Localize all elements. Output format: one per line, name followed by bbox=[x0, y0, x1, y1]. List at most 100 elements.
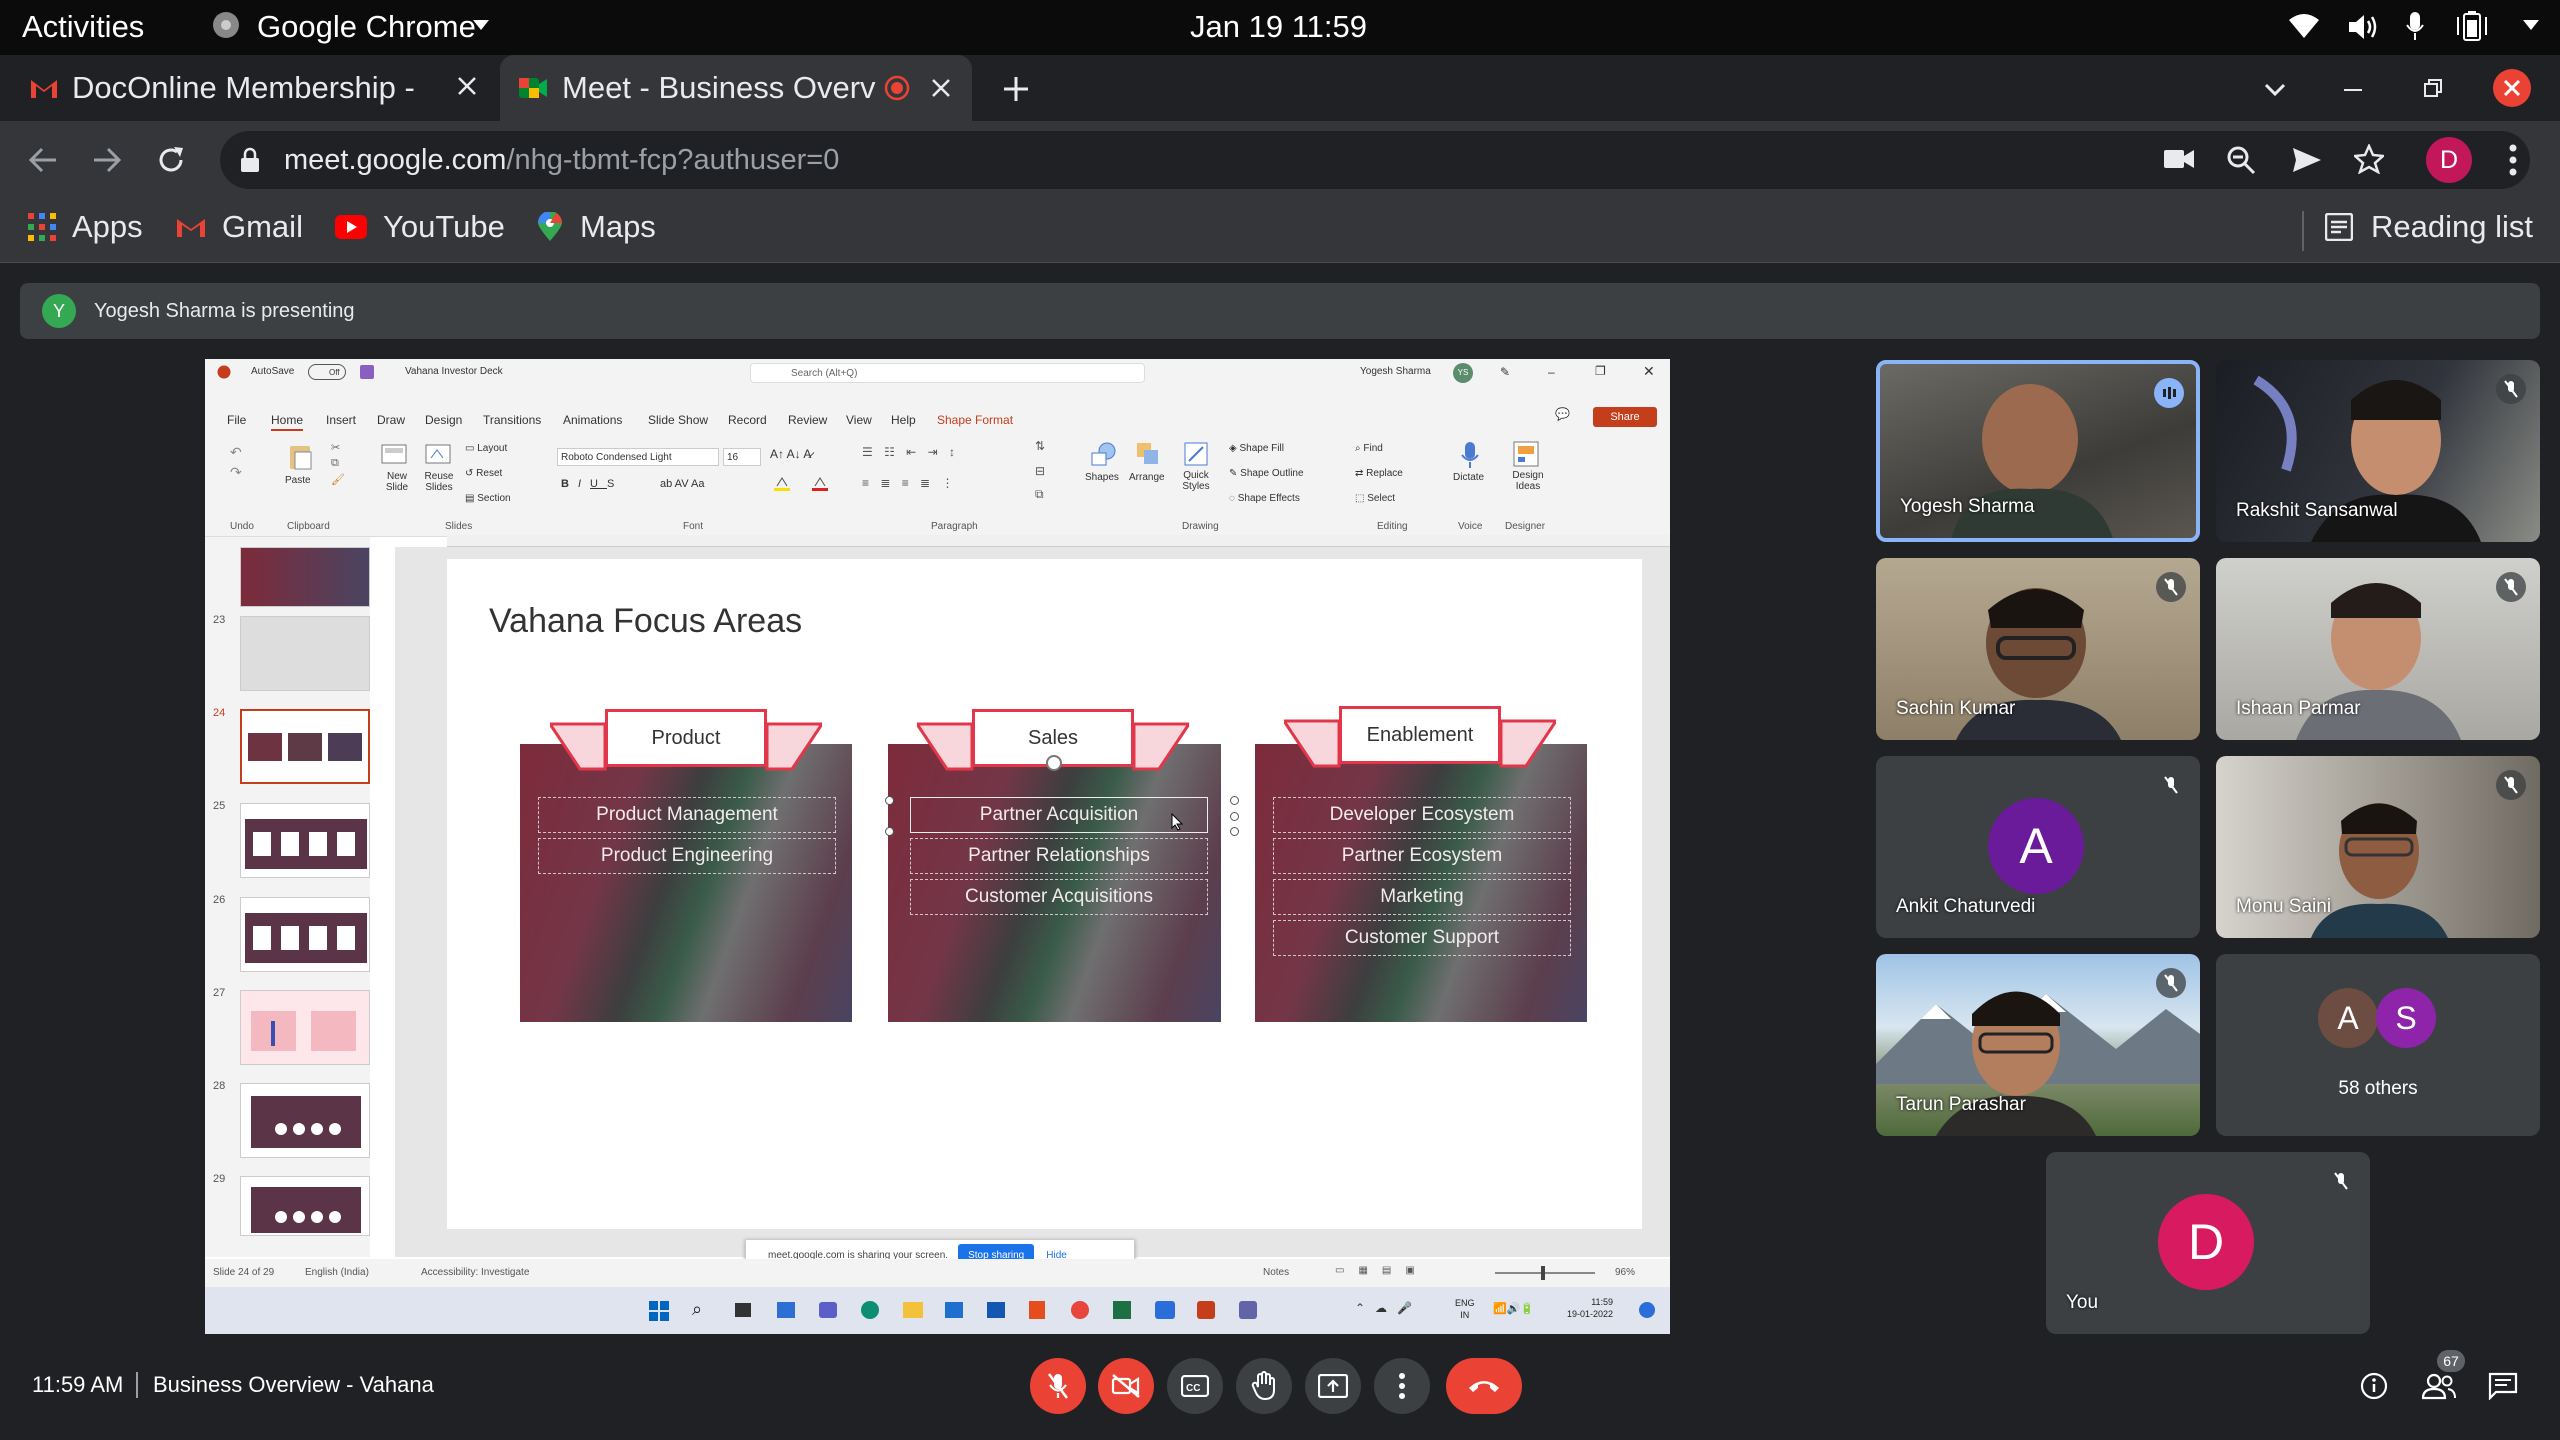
close-icon[interactable]: ✕ bbox=[1643, 363, 1655, 380]
status-language[interactable]: English (India) bbox=[305, 1267, 369, 1278]
restore-icon[interactable] bbox=[2424, 79, 2442, 97]
ribbon-tab-help[interactable]: Help bbox=[891, 413, 916, 427]
grow-font-icon[interactable]: A↑ A↓ A̷ bbox=[770, 447, 811, 461]
more-options-button[interactable] bbox=[1374, 1358, 1430, 1414]
profile-avatar[interactable]: D bbox=[2426, 137, 2472, 183]
bookmark-gmail[interactable]: Gmail bbox=[176, 209, 303, 245]
slide-thumbnail[interactable] bbox=[240, 616, 370, 691]
selection-handle[interactable] bbox=[885, 796, 894, 805]
autosave-toggle[interactable]: Off bbox=[308, 364, 346, 380]
shapes-icon[interactable] bbox=[1090, 441, 1118, 467]
quick-styles-icon[interactable] bbox=[1183, 441, 1209, 467]
shape-effects-button[interactable]: ◌ Shape Effects bbox=[1229, 493, 1300, 504]
pen-icon[interactable]: ✎ bbox=[1500, 365, 1510, 379]
participant-tile[interactable]: Sachin Kumar bbox=[1876, 558, 2200, 740]
back-icon[interactable] bbox=[28, 146, 58, 174]
excel-icon[interactable] bbox=[1113, 1301, 1131, 1319]
ribbon-tab-animations[interactable]: Animations bbox=[563, 413, 622, 427]
ribbon-tab-review[interactable]: Review bbox=[788, 413, 827, 427]
item-customer-acquisitions[interactable]: Customer Acquisitions bbox=[910, 879, 1208, 915]
font-size-select[interactable]: 16 bbox=[723, 448, 761, 466]
section-button[interactable]: ▤ Section bbox=[465, 493, 511, 504]
restore-icon[interactable]: ❐ bbox=[1595, 364, 1606, 378]
header-product[interactable]: Product bbox=[605, 709, 767, 767]
header-enablement[interactable]: Enablement bbox=[1339, 706, 1501, 764]
dictate-icon[interactable] bbox=[1461, 441, 1479, 469]
camera-in-use-icon[interactable] bbox=[2164, 148, 2194, 170]
font-color-icon[interactable] bbox=[810, 476, 830, 492]
selection-handle[interactable] bbox=[1230, 827, 1239, 836]
zoom-level[interactable]: 96% bbox=[1615, 1267, 1635, 1278]
bookmark-star-icon[interactable] bbox=[2354, 144, 2384, 174]
mail-icon[interactable] bbox=[987, 1302, 1005, 1318]
clock[interactable]: Jan 19 11:59 bbox=[1190, 9, 1367, 45]
tab-doconline[interactable]: DocOnline Membership - bbox=[30, 55, 485, 121]
chevron-down-icon[interactable] bbox=[472, 19, 490, 31]
bookmark-youtube[interactable]: YouTube bbox=[335, 209, 505, 245]
slide-title[interactable]: Vahana Focus Areas bbox=[489, 602, 802, 641]
comments-icon[interactable]: 💬 bbox=[1555, 407, 1570, 421]
text-direction-icon[interactable]: ⇅ bbox=[1035, 439, 1045, 453]
participant-tile[interactable]: Ishaan Parmar bbox=[2216, 558, 2540, 740]
undo-icon[interactable]: ↶ bbox=[230, 444, 242, 461]
powerpoint-taskbar-icon[interactable] bbox=[1197, 1301, 1215, 1319]
slide-thumbnail[interactable] bbox=[240, 1083, 370, 1158]
file-name[interactable]: Vahana Investor Deck bbox=[405, 366, 503, 377]
participant-tile[interactable]: Rakshit Sansanwal bbox=[2216, 360, 2540, 542]
ribbon-tab-file[interactable]: File bbox=[227, 413, 246, 427]
font-effects-icons[interactable]: ab AV Aa bbox=[660, 478, 704, 490]
address-bar[interactable]: meet.google.com/nhg-tbmt-fcp?authuser=0 bbox=[220, 131, 2530, 189]
reuse-slides-icon[interactable] bbox=[425, 444, 451, 466]
select-button[interactable]: ⬚ Select bbox=[1355, 493, 1395, 504]
slide-thumbnail[interactable] bbox=[240, 803, 370, 878]
smartart-icon[interactable]: ⧉ bbox=[1035, 487, 1044, 502]
window-close-button[interactable] bbox=[2492, 68, 2532, 108]
item-partner-relationships[interactable]: Partner Relationships bbox=[910, 838, 1208, 874]
ppt-user-avatar[interactable]: YS bbox=[1453, 363, 1473, 383]
search-icon[interactable]: ⌕ bbox=[692, 1299, 702, 1320]
battery-icon[interactable] bbox=[2456, 11, 2490, 41]
file-explorer-icon[interactable] bbox=[903, 1302, 923, 1318]
leave-call-button[interactable] bbox=[1446, 1358, 1522, 1414]
new-slide-icon[interactable] bbox=[381, 444, 407, 466]
notifications-icon[interactable] bbox=[1639, 1302, 1655, 1318]
ribbon-tab-slide-show[interactable]: Slide Show bbox=[648, 413, 708, 427]
present-now-button[interactable] bbox=[1305, 1358, 1361, 1414]
meeting-details-icon[interactable] bbox=[2360, 1372, 2388, 1400]
ppt-search-box[interactable]: Search (Alt+Q) bbox=[750, 363, 1145, 383]
redo-icon[interactable]: ↷ bbox=[230, 464, 242, 481]
ribbon-tab-draw[interactable]: Draw bbox=[377, 413, 405, 427]
bookmark-apps[interactable]: Apps bbox=[28, 209, 143, 245]
shape-outline-button[interactable]: ✎ Shape Outline bbox=[1229, 468, 1304, 479]
wifi-icon[interactable] bbox=[2288, 13, 2320, 39]
item-marketing[interactable]: Marketing bbox=[1273, 879, 1571, 915]
align-text-icon[interactable]: ⊟ bbox=[1035, 464, 1045, 478]
replace-button[interactable]: ⇄ Replace bbox=[1355, 468, 1403, 479]
raise-hand-button[interactable] bbox=[1236, 1358, 1292, 1414]
view-buttons[interactable]: ▭▦▤▣ bbox=[1335, 1265, 1429, 1276]
align-buttons[interactable]: ≡ ≣ ≡ ≣ ⋮ bbox=[862, 476, 957, 490]
share-button[interactable]: Share bbox=[1593, 407, 1657, 427]
selection-handle[interactable] bbox=[1230, 812, 1239, 821]
slide-thumbnail[interactable] bbox=[240, 1176, 370, 1236]
reading-list-button[interactable]: Reading list bbox=[2325, 209, 2533, 245]
item-customer-support[interactable]: Customer Support bbox=[1273, 920, 1571, 956]
find-button[interactable]: ⌕ Find bbox=[1355, 443, 1383, 454]
office-icon[interactable] bbox=[1029, 1301, 1045, 1319]
keyboard-layout[interactable]: ENG IN bbox=[1455, 1297, 1475, 1321]
participant-tile[interactable]: Monu Saini bbox=[2216, 756, 2540, 938]
paste-icon[interactable] bbox=[287, 444, 313, 470]
font-format-buttons[interactable]: BIUS bbox=[561, 478, 623, 490]
selection-handle[interactable] bbox=[885, 827, 894, 836]
status-accessibility[interactable]: Accessibility: Investigate bbox=[421, 1267, 529, 1278]
chat-icon[interactable] bbox=[2488, 1372, 2518, 1400]
others-tile[interactable]: A S 58 others bbox=[2216, 954, 2540, 1136]
minimize-icon[interactable] bbox=[2344, 89, 2362, 93]
save-icon[interactable] bbox=[360, 365, 374, 379]
slide-thumbnail-active[interactable] bbox=[240, 709, 370, 784]
copy-icon[interactable]: ⧉ bbox=[331, 457, 339, 470]
slide-thumbnail[interactable] bbox=[240, 897, 370, 972]
slide-thumbnail[interactable] bbox=[240, 547, 370, 607]
taskbar-clock[interactable]: 11:59 19-01-2022 bbox=[1567, 1296, 1613, 1320]
people-icon[interactable] bbox=[2422, 1372, 2456, 1400]
